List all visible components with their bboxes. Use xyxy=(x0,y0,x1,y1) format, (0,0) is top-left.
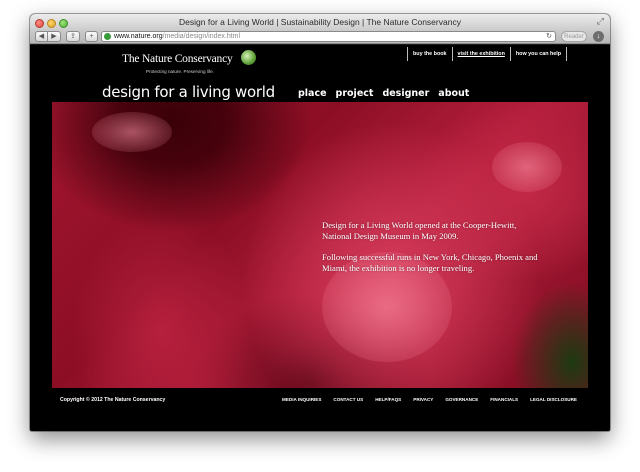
hero-image: Design for a Living World opened at the … xyxy=(52,102,588,388)
downloads-icon[interactable]: ↓ xyxy=(593,31,604,42)
petal-highlight xyxy=(492,142,562,192)
browser-titlebar: Design for a Living World | Sustainabili… xyxy=(30,14,610,44)
util-link-how-you-can-help[interactable]: how you can help xyxy=(509,47,568,61)
reader-button[interactable]: Reader xyxy=(561,31,587,42)
site-favicon-icon xyxy=(104,33,111,40)
footer-links: MEDIA INQUIRIES CONTACT US HELP/FAQS PRI… xyxy=(282,397,577,402)
petal-highlight xyxy=(92,112,172,152)
forward-button[interactable]: ▶ xyxy=(48,31,61,42)
copyright: Copyright © 2012 The Nature Conservancy xyxy=(60,397,166,403)
main-nav: place project designer about xyxy=(298,88,469,99)
footer-link-media-inquiries[interactable]: MEDIA INQUIRIES xyxy=(282,397,321,402)
footer-link-financials[interactable]: FINANCIALS xyxy=(490,397,518,402)
web-page: The Nature Conservancy Protecting nature… xyxy=(30,45,610,431)
footer-link-contact-us[interactable]: CONTACT US xyxy=(333,397,363,402)
utility-nav: buy the book visit the exhibition how yo… xyxy=(407,47,568,61)
hero-paragraph-traveling: Following successful runs in New York, C… xyxy=(322,252,538,273)
logo-tagline: Protecting nature. Preserving life. xyxy=(146,69,214,74)
nav-item-designer[interactable]: designer xyxy=(382,88,429,99)
footer-link-help-faqs[interactable]: HELP/FAQS xyxy=(375,397,401,402)
window-title: Design for a Living World | Sustainabili… xyxy=(179,17,461,27)
footer-link-privacy[interactable]: PRIVACY xyxy=(413,397,433,402)
add-bookmark-button[interactable]: + xyxy=(85,31,98,42)
logo[interactable]: The Nature Conservancy xyxy=(122,53,233,65)
forward-arrow-icon: ▶ xyxy=(51,33,57,40)
footer-link-legal-disclosure[interactable]: LEGAL DISCLOSURE xyxy=(530,397,577,402)
footer: Copyright © 2012 The Nature Conservancy … xyxy=(52,388,588,411)
nav-item-about[interactable]: about xyxy=(438,88,469,99)
site-title[interactable]: design for a living world xyxy=(102,83,275,101)
nav-item-project[interactable]: project xyxy=(336,88,374,99)
plus-icon: + xyxy=(89,33,94,40)
share-button[interactable]: ⇪ xyxy=(66,31,80,42)
share-icon: ⇪ xyxy=(70,33,76,40)
util-link-visit-the-exhibition[interactable]: visit the exhibition xyxy=(451,47,510,61)
footer-link-governance[interactable]: GOVERNANCE xyxy=(445,397,478,402)
url-path: /media/design/index.html xyxy=(162,33,241,40)
address-bar[interactable]: www.nature.org/media/design/index.html ↻ xyxy=(101,31,556,42)
url-host: www.nature.org xyxy=(114,33,163,40)
back-arrow-icon: ◀ xyxy=(38,33,45,40)
nav-item-place[interactable]: place xyxy=(298,88,327,99)
browser-window: Design for a Living World | Sustainabili… xyxy=(30,14,610,431)
page-content: The Nature Conservancy Protecting nature… xyxy=(52,45,588,431)
leaf-logo-icon[interactable] xyxy=(241,50,256,65)
back-button[interactable]: ◀ xyxy=(35,31,48,42)
reload-icon[interactable]: ↻ xyxy=(546,32,552,41)
fullscreen-icon[interactable]: ⤢ xyxy=(597,17,604,26)
util-link-buy-the-book[interactable]: buy the book xyxy=(407,47,452,61)
hero-text: Design for a Living World opened at the … xyxy=(322,220,542,274)
hero-paragraph-opened: Design for a Living World opened at the … xyxy=(322,220,517,241)
